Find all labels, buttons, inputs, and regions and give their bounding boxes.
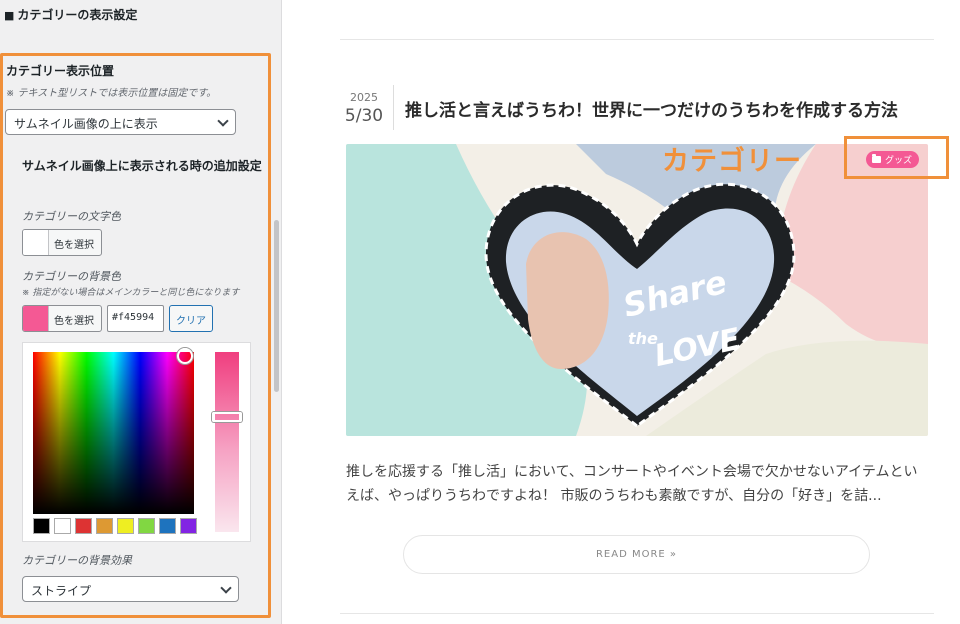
post-date: 5/30 — [344, 106, 384, 126]
effect-label: カテゴリーの背景効果 — [22, 554, 132, 567]
clear-button[interactable]: クリア — [169, 305, 213, 332]
text-color-label: カテゴリーの文字色 — [22, 210, 121, 223]
hex-input[interactable]: #f45994 — [107, 305, 164, 332]
read-more-button[interactable]: READ MORE » — [403, 535, 870, 574]
settings-panel: ■ カテゴリーの表示設定 カテゴリー表示位置 ※ テキスト型リストでは表示位置は固… — [0, 0, 282, 624]
palette-swatch[interactable] — [117, 518, 134, 534]
section-title: ■ カテゴリーの表示設定 — [4, 8, 138, 22]
position-label: カテゴリー表示位置 — [6, 64, 115, 78]
hue-slider[interactable] — [212, 352, 242, 532]
text-color-button[interactable]: 色を選択 — [22, 229, 102, 256]
post-title[interactable]: 推し活と言えばうちわ！世界に一つだけのうちわを作成する方法 — [405, 96, 898, 121]
divider — [340, 613, 934, 614]
thumbnail-image: Share the LOVE — [346, 144, 928, 436]
category-badge[interactable]: グッズ — [866, 151, 920, 168]
extra-settings-heading: サムネイル画像上に表示される時の追加設定 — [22, 159, 262, 173]
post-excerpt: 推しを応援する「推し活」において、コンサートやイベント会場で欠かせないアイテムと… — [346, 464, 918, 504]
palette-swatch[interactable] — [159, 518, 176, 534]
palette-swatch[interactable] — [138, 518, 155, 534]
folder-icon — [872, 154, 881, 163]
chevron-down-icon — [220, 582, 232, 594]
position-select[interactable]: サムネイル画像の上に表示 — [5, 109, 236, 135]
text-color-swatch — [23, 230, 49, 255]
palette-swatch[interactable] — [33, 518, 50, 534]
palette-swatch[interactable] — [75, 518, 92, 534]
position-note: ※ テキスト型リストでは表示位置は固定です。 — [6, 88, 217, 99]
effect-select[interactable]: ストライプ — [22, 576, 239, 602]
palette-swatch[interactable] — [180, 518, 197, 534]
bg-color-label: カテゴリーの背景色 — [22, 270, 121, 283]
saturation-area[interactable] — [33, 348, 194, 514]
chevron-down-icon — [217, 115, 229, 127]
post-year: 2025 — [350, 91, 378, 104]
palette-swatch[interactable] — [54, 518, 71, 534]
bg-color-button[interactable]: 色を選択 — [22, 305, 102, 332]
palette-swatch[interactable] — [96, 518, 113, 534]
bg-color-swatch — [23, 306, 49, 331]
hue-handle[interactable] — [212, 412, 242, 422]
bg-color-note: ※ 指定がない場合はメインカラーと同じ色になります — [22, 288, 240, 298]
divider — [340, 39, 934, 40]
divider — [393, 85, 394, 130]
color-picker — [22, 342, 251, 542]
category-annotation: カテゴリー — [662, 146, 802, 177]
scrollbar[interactable] — [274, 220, 279, 392]
saturation-handle[interactable] — [177, 348, 193, 364]
post-thumbnail[interactable]: Share the LOVE — [346, 144, 928, 436]
color-palette — [33, 518, 197, 534]
